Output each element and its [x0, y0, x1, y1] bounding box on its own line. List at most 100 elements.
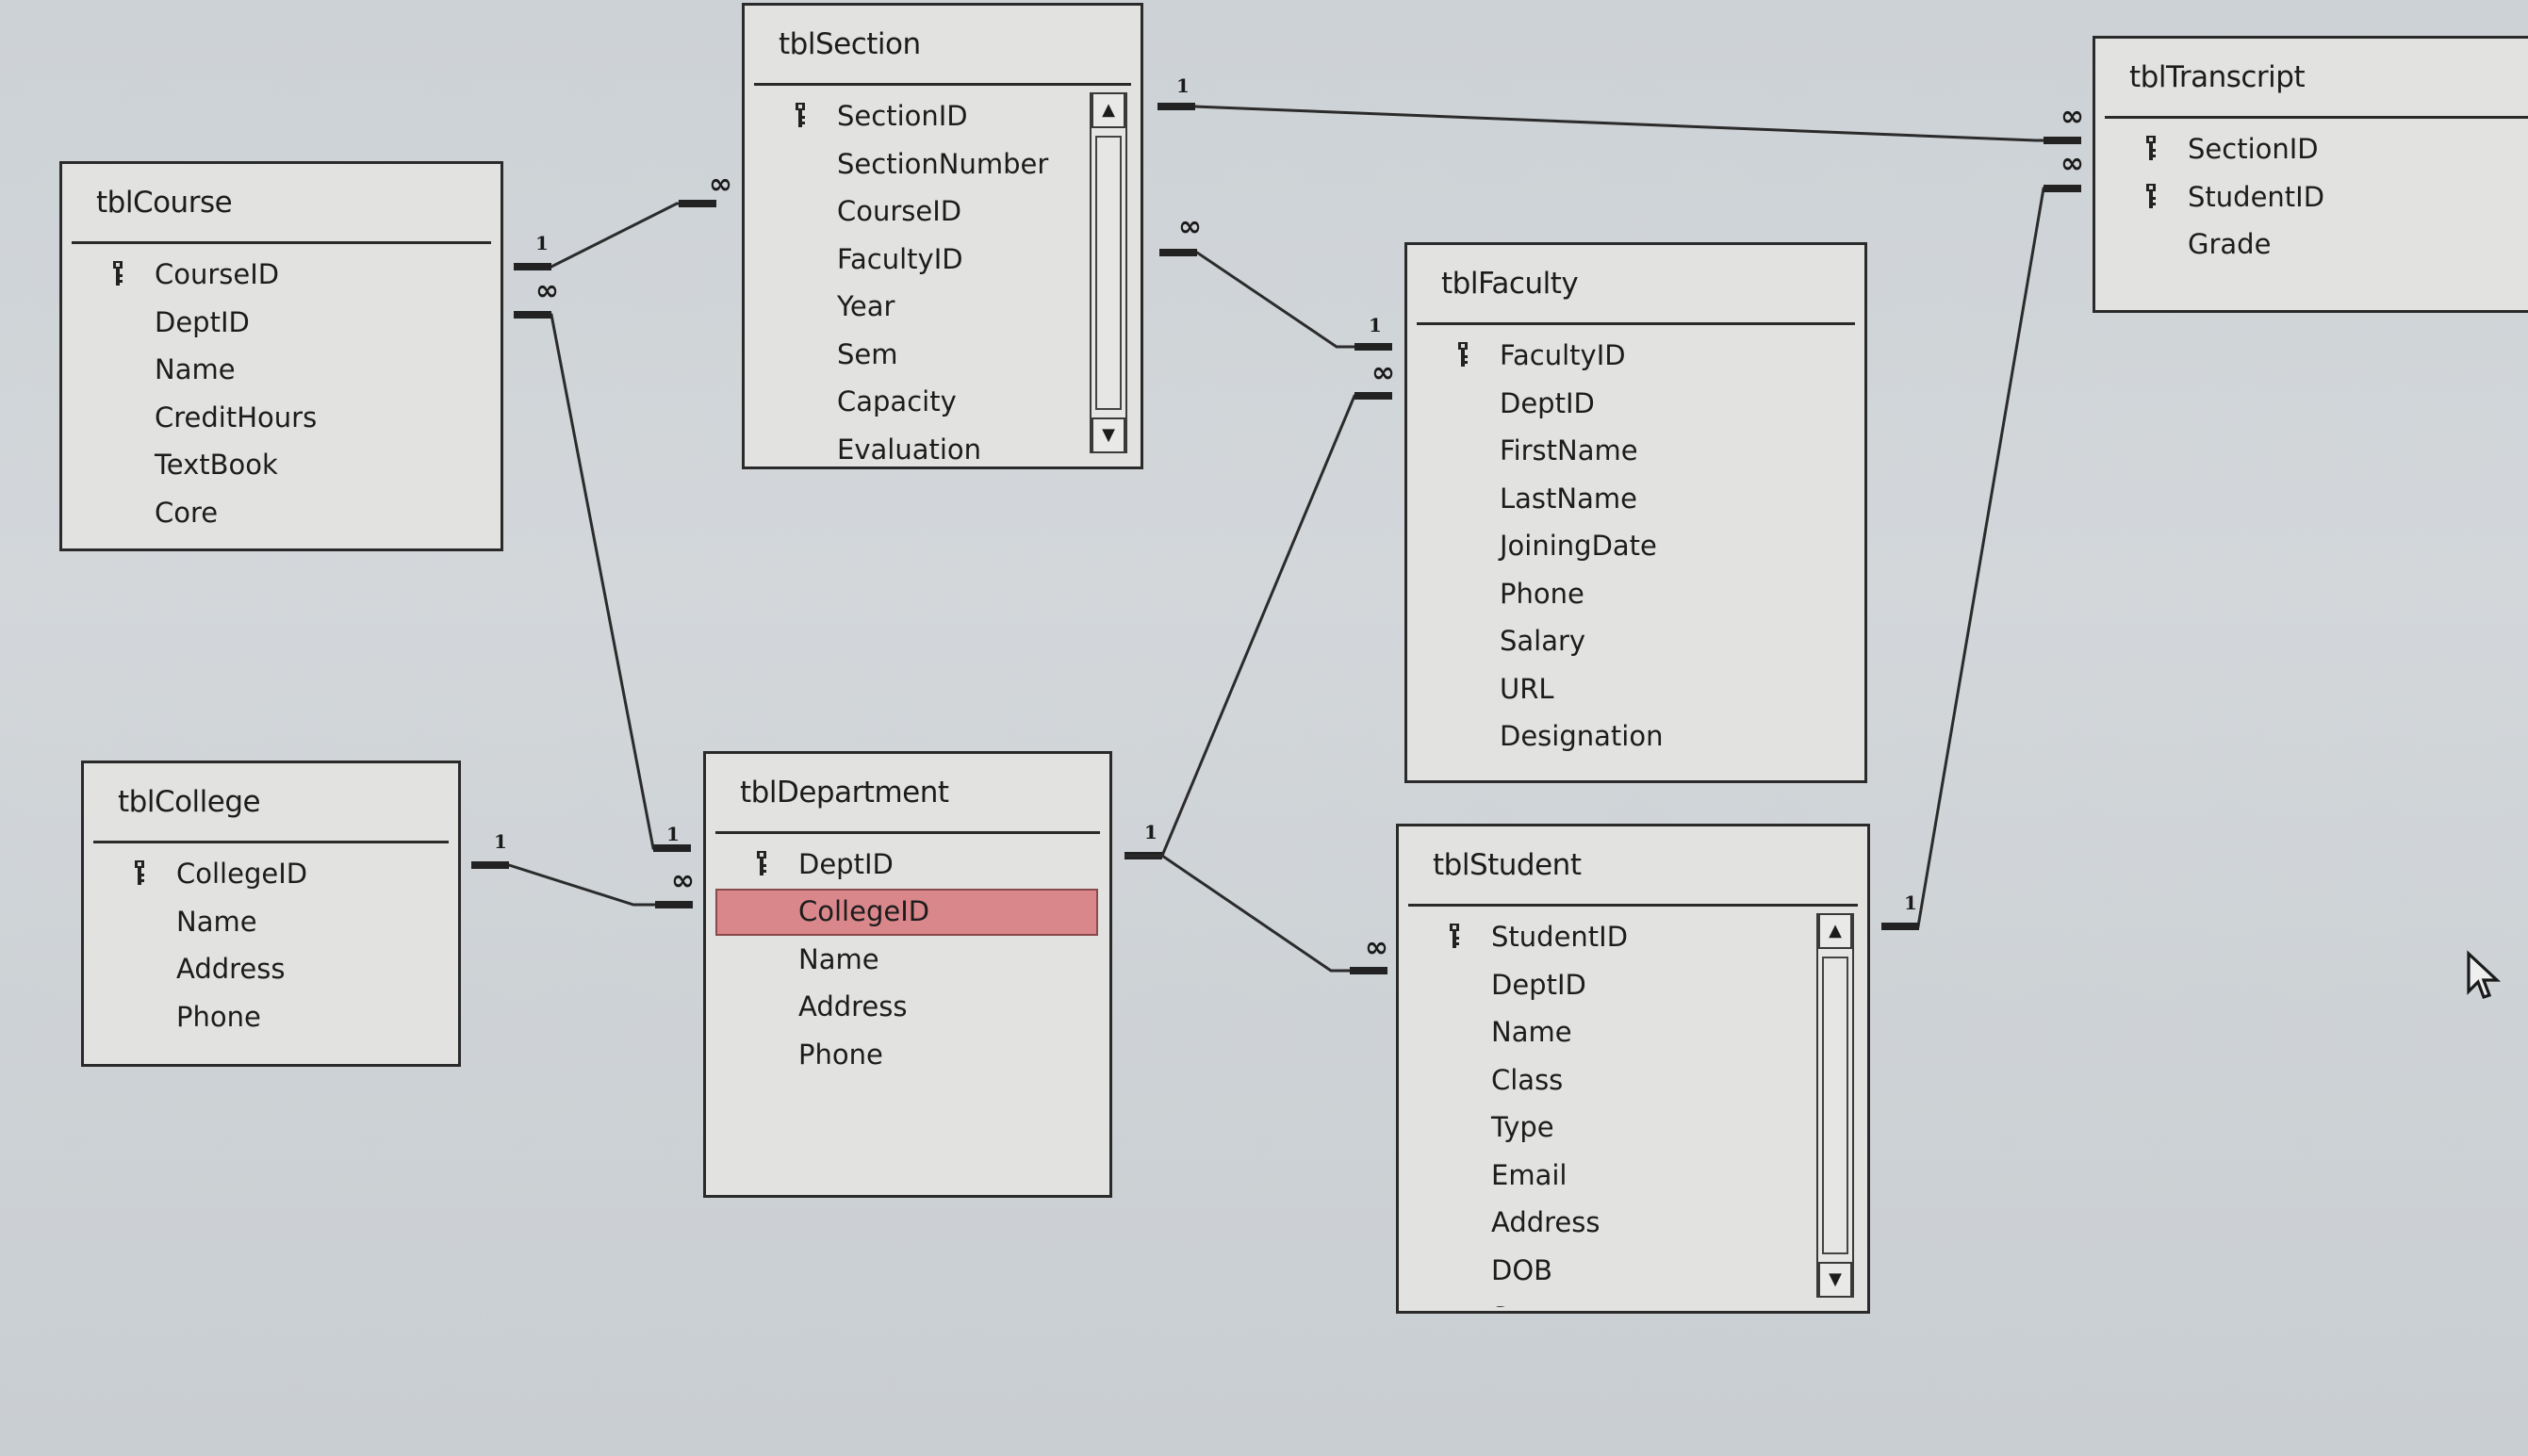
table-department[interactable]: tblDepartment DeptID CollegeID Name Address P…: [703, 751, 1112, 1198]
field-facultyid[interactable]: FacultyID: [745, 236, 1141, 284]
table-course[interactable]: tblCourse CourseID DeptID Name CreditHours Te…: [59, 161, 503, 551]
field-name: CreditHours: [155, 401, 318, 434]
field-name: DeptID: [155, 305, 250, 338]
field-name: Sem: [837, 337, 898, 370]
field-class[interactable]: Class: [1399, 1056, 1867, 1104]
field-phone[interactable]: Phone: [706, 1031, 1109, 1079]
field-joiningdate[interactable]: JoiningDate: [1407, 522, 1864, 570]
field-sectionid[interactable]: SectionID: [2095, 125, 2528, 173]
field-address[interactable]: Address: [1399, 1199, 1867, 1247]
vertical-scrollbar[interactable]: ▲ ▼: [1816, 913, 1854, 1298]
scroll-track[interactable]: [1095, 136, 1122, 410]
relationship-line[interactable]: [1881, 187, 2081, 928]
table-title[interactable]: tblCourse: [62, 164, 501, 241]
field-name[interactable]: Name: [1399, 1008, 1867, 1056]
field-year[interactable]: Year: [745, 283, 1141, 331]
scroll-up-button[interactable]: ▲: [1818, 913, 1852, 949]
field-list[interactable]: StudentID DeptID Name Class Type Email Address…: [1399, 913, 1867, 1307]
field-designation[interactable]: Designation: [1407, 712, 1864, 761]
field-name: TextBook: [155, 449, 278, 481]
field-list[interactable]: SectionID SectionNumber CourseID FacultyID Y…: [745, 92, 1141, 463]
field-list[interactable]: SectionID StudentID Grade: [2095, 125, 2528, 306]
field-sem[interactable]: Sem: [745, 331, 1141, 379]
field-credithours[interactable]: CreditHours: [62, 394, 501, 442]
field-list[interactable]: FacultyID DeptID FirstName LastName JoiningD…: [1407, 332, 1864, 777]
field-lastname[interactable]: LastName: [1407, 475, 1864, 523]
field-phone[interactable]: Phone: [1407, 570, 1864, 618]
relationship-line[interactable]: [1124, 854, 1386, 973]
field-collegeid[interactable]: CollegeID: [715, 888, 1098, 936]
field-deptid[interactable]: DeptID: [1399, 961, 1867, 1009]
field-url[interactable]: URL: [1407, 665, 1864, 713]
field-grade[interactable]: Grade: [2095, 221, 2528, 269]
table-title[interactable]: tblFaculty: [1407, 245, 1864, 322]
field-facultyid[interactable]: FacultyID: [1407, 332, 1864, 380]
field-type[interactable]: Type: [1399, 1104, 1867, 1152]
table-faculty[interactable]: tblFaculty FacultyID DeptID FirstName LastNa…: [1404, 242, 1867, 783]
field-collegeid[interactable]: CollegeID: [84, 850, 458, 898]
field-core[interactable]: Core: [62, 489, 501, 537]
field-name: Address: [1491, 1206, 1601, 1238]
table-title[interactable]: tblCollege: [84, 763, 458, 841]
field-sectionid[interactable]: SectionID: [745, 92, 1141, 140]
field-address[interactable]: Address: [84, 945, 458, 993]
relationship-line[interactable]: [471, 863, 691, 907]
table-section[interactable]: tblSection SectionID SectionNumber CourseID…: [742, 3, 1143, 469]
field-name: Sex: [1491, 1301, 1541, 1307]
vertical-scrollbar[interactable]: ▲ ▼: [1090, 92, 1127, 453]
scroll-down-button[interactable]: ▼: [1092, 417, 1125, 453]
scroll-up-button[interactable]: ▲: [1092, 92, 1125, 128]
cardinality-one-label: 1: [1904, 892, 1917, 914]
field-phone[interactable]: Phone: [84, 993, 458, 1041]
title-divider: [754, 83, 1131, 86]
field-deptid[interactable]: DeptID: [62, 299, 501, 347]
field-list[interactable]: CollegeID Name Address Phone: [84, 850, 458, 1060]
field-firstname[interactable]: FirstName: [1407, 427, 1864, 475]
relationship-line[interactable]: [1159, 251, 1390, 349]
table-transcript[interactable]: tblTranscript SectionID StudentID Grade: [2093, 36, 2528, 313]
relationship-end-bar: [1350, 967, 1387, 974]
field-sectionnumber[interactable]: SectionNumber: [745, 140, 1141, 188]
field-salary[interactable]: Salary: [1407, 617, 1864, 665]
field-capacity[interactable]: Capacity: [745, 378, 1141, 426]
field-list[interactable]: CourseID DeptID Name CreditHours TextBook Cor…: [62, 251, 501, 545]
table-student[interactable]: tblStudent StudentID DeptID Name Class Type Em…: [1396, 824, 1870, 1314]
field-name: DeptID: [1500, 386, 1595, 419]
field-courseid[interactable]: CourseID: [745, 188, 1141, 236]
cardinality-one-label: 1: [535, 232, 549, 254]
field-name: Name: [1491, 1016, 1572, 1048]
field-name: Name: [155, 353, 236, 385]
field-name[interactable]: Name: [62, 346, 501, 394]
field-evaluation[interactable]: Evaluation: [745, 426, 1141, 464]
table-title[interactable]: tblDepartment: [706, 754, 1109, 831]
table-college[interactable]: tblCollege CollegeID Name Address Phone: [81, 761, 461, 1067]
relationship-line[interactable]: [514, 313, 691, 850]
field-deptid[interactable]: DeptID: [706, 841, 1109, 889]
field-sex[interactable]: Sex: [1399, 1294, 1867, 1307]
table-title[interactable]: tblSection: [745, 6, 1141, 83]
field-studentid[interactable]: StudentID: [1399, 913, 1867, 961]
field-name[interactable]: Name: [706, 936, 1109, 984]
field-list[interactable]: DeptID CollegeID Name Address Phone: [706, 841, 1109, 1191]
scroll-track[interactable]: [1822, 957, 1848, 1254]
field-textbook[interactable]: TextBook: [62, 441, 501, 489]
mouse-pointer-icon: [2467, 950, 2502, 1000]
relationship-line[interactable]: [1124, 394, 1390, 858]
scroll-down-button[interactable]: ▼: [1818, 1262, 1852, 1298]
field-name: Phone: [798, 1038, 883, 1071]
field-email[interactable]: Email: [1399, 1152, 1867, 1200]
field-name: Designation: [1500, 720, 1664, 752]
field-dob[interactable]: DOB: [1399, 1247, 1867, 1295]
field-name[interactable]: Name: [84, 898, 458, 946]
field-deptid[interactable]: DeptID: [1407, 380, 1864, 428]
field-name: Phone: [176, 1000, 261, 1033]
cardinality-many-label: ∞: [1178, 210, 1202, 243]
field-name: Year: [837, 290, 895, 322]
field-address[interactable]: Address: [706, 983, 1109, 1031]
field-name: StudentID: [1491, 921, 1629, 953]
relationship-line[interactable]: [1157, 105, 2081, 142]
field-studentid[interactable]: StudentID: [2095, 173, 2528, 221]
field-courseid[interactable]: CourseID: [62, 251, 501, 299]
table-title[interactable]: tblStudent: [1399, 826, 1867, 904]
table-title[interactable]: tblTranscript: [2095, 39, 2528, 116]
